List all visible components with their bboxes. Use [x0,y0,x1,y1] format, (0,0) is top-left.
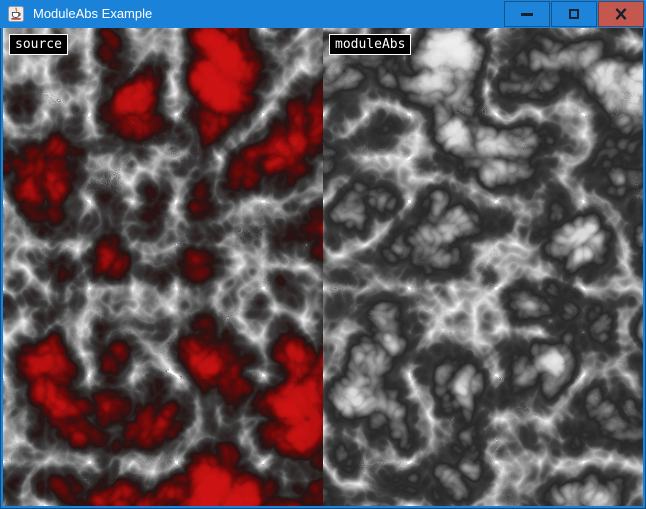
panel-moduleabs: moduleAbs [323,28,643,506]
moduleabs-noise-image [323,28,643,506]
source-noise-image [3,28,323,506]
titlebar[interactable]: ModuleAbs Example [0,0,646,28]
window-title: ModuleAbs Example [33,0,152,28]
app-window: ModuleAbs Example [0,0,646,509]
maximize-button[interactable] [551,1,597,27]
close-button[interactable] [598,1,644,27]
maximize-icon [569,9,579,19]
window-controls [504,1,644,27]
source-label: source [9,34,68,55]
minimize-button[interactable] [504,1,550,27]
java-coffee-cup-icon[interactable] [8,6,24,22]
close-icon [615,8,627,20]
minimize-icon [521,13,533,16]
moduleabs-label: moduleAbs [329,34,411,55]
client-area: source [3,28,643,506]
panel-source: source [3,28,323,506]
